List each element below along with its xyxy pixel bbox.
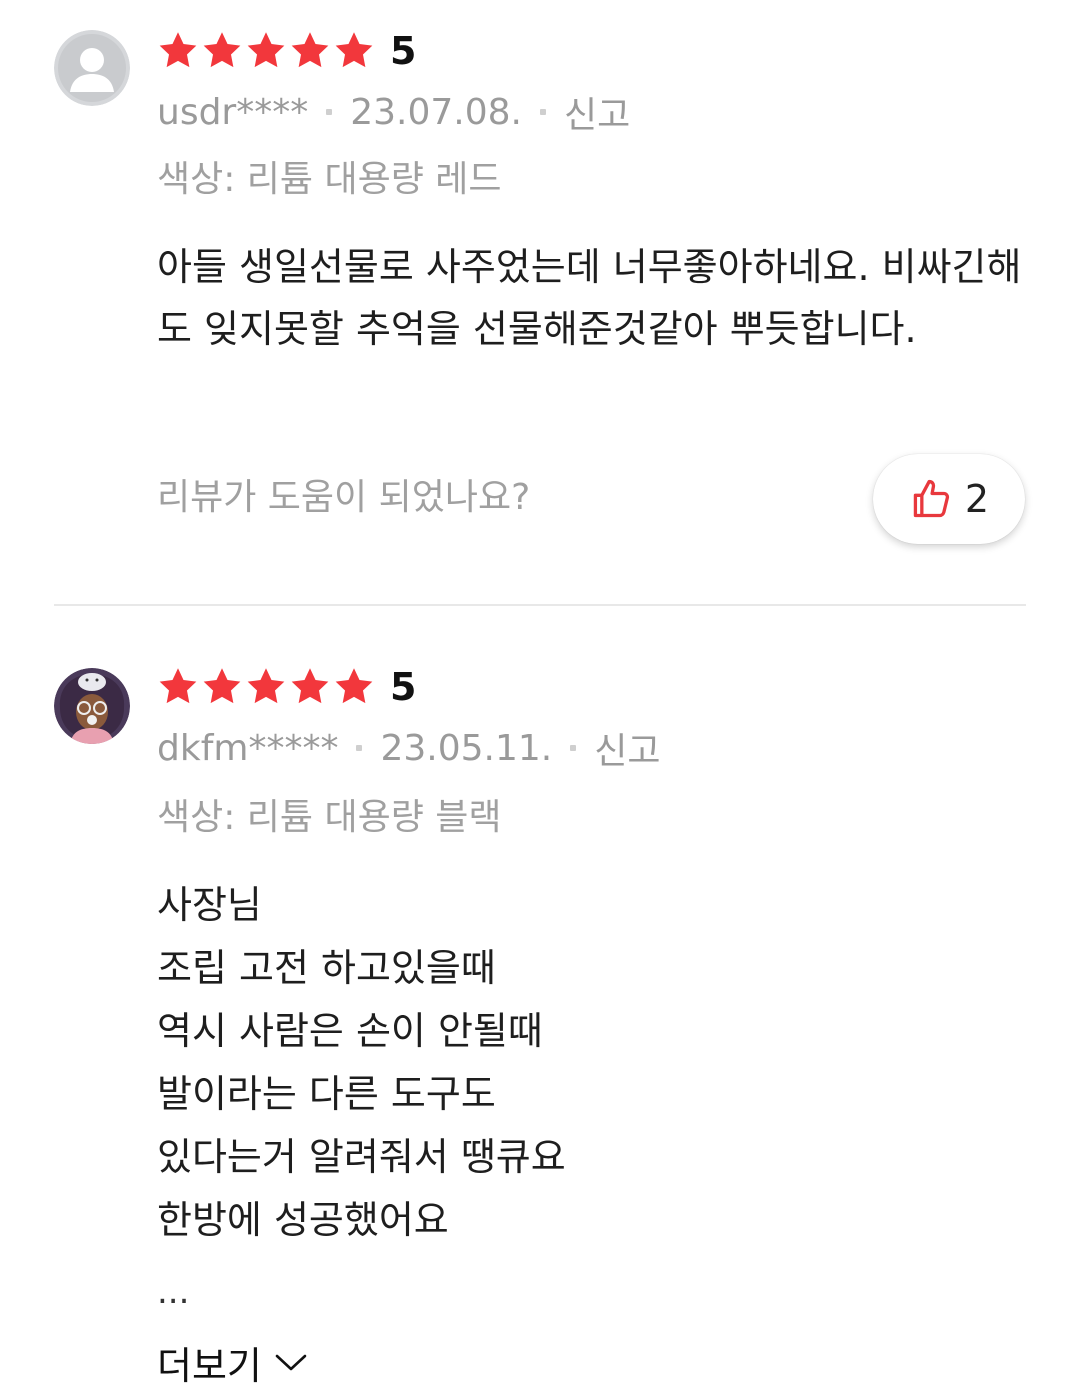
report-link[interactable]: 신고 (564, 86, 630, 138)
default-user-avatar-icon (54, 30, 130, 106)
review-item: 5 dkfm***** 23.05.11. 신고 색상: 리튬 대용량 블랙 사… (0, 608, 1080, 1400)
star-icon (247, 32, 285, 68)
rating-row: 5 (156, 662, 416, 712)
chevron-down-icon (275, 1354, 307, 1371)
separator-dot (570, 745, 577, 751)
reviewer-id: dkfm***** (157, 727, 339, 769)
star-icon (247, 668, 285, 704)
rating-row: 5 (156, 26, 416, 76)
user-avatar (54, 30, 130, 106)
star-rating (156, 665, 376, 709)
truncation-ellipsis: ... (157, 1272, 190, 1312)
show-more-label: 더보기 (157, 1343, 262, 1388)
report-link[interactable]: 신고 (594, 722, 660, 774)
star-rating (156, 29, 376, 73)
star-icon (203, 32, 241, 68)
rating-value: 5 (390, 29, 417, 73)
purchase-option: 색상: 리튬 대용량 블랙 (157, 797, 502, 838)
separator-dot (356, 745, 363, 751)
reviewer-id: usdr**** (157, 91, 309, 133)
review-date: 23.07.08. (350, 91, 522, 133)
show-more-button[interactable]: 더보기 (157, 1334, 308, 1390)
rating-value: 5 (390, 665, 417, 709)
review-meta: usdr**** 23.07.08. 신고 (157, 86, 630, 138)
star-icon (159, 32, 197, 68)
review-item: 5 usdr**** 23.07.08. 신고 색상: 리튬 대용량 레드 아들… (0, 0, 1080, 606)
review-body: 아들 생일선물로 사주었는데 너무좋아하네요. 비싸긴해도 잊지못할 추억을 선… (157, 245, 1022, 351)
review-date: 23.05.11. (380, 727, 553, 769)
review-divider (54, 604, 1026, 606)
purchase-option: 색상: 리튬 대용량 레드 (157, 159, 502, 200)
separator-dot (326, 109, 333, 115)
user-avatar (54, 668, 130, 744)
like-button[interactable]: 2 (873, 454, 1025, 544)
star-icon (335, 668, 373, 704)
character-avatar-icon (54, 668, 130, 744)
star-icon (203, 668, 241, 704)
thumbs-up-icon (913, 479, 949, 518)
like-count: 2 (964, 477, 990, 521)
star-icon (291, 668, 329, 704)
star-icon (291, 32, 329, 68)
star-icon (159, 668, 197, 704)
separator-dot (540, 109, 546, 115)
star-icon (335, 32, 373, 68)
helpful-question: 리뷰가 도움이 되었나요? (157, 477, 531, 518)
review-body: 사장님 조립 고전 하고있을때 역시 사람은 손이 안될때 발이라는 다른 도구… (157, 883, 566, 1242)
review-meta: dkfm***** 23.05.11. 신고 (157, 722, 660, 774)
